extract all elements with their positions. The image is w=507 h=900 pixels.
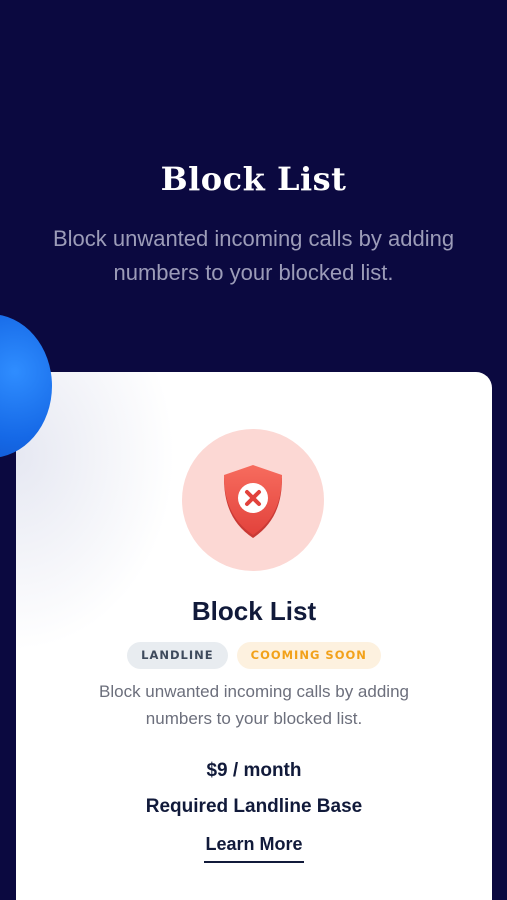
- price-label: $9 / month: [206, 760, 302, 781]
- requirement-label: Required Landline Base: [145, 796, 363, 817]
- page: Block List Block unwanted incoming calls…: [0, 0, 507, 900]
- card-title: Block List: [191, 596, 317, 626]
- shield-block-icon: [182, 429, 324, 571]
- hero-subtitle: Block unwanted incoming calls by adding …: [52, 226, 455, 285]
- learn-more-link[interactable]: Learn More: [204, 834, 304, 863]
- tag-row: LANDLINE COOMING SOON: [16, 642, 492, 669]
- card-description: Block unwanted incoming calls by adding …: [99, 682, 409, 728]
- feature-card: Block List LANDLINE COOMING SOON Block u…: [16, 372, 492, 900]
- shield-icon-graphic: [224, 465, 282, 538]
- hero-title: Block List: [160, 160, 347, 198]
- landline-badge: LANDLINE: [127, 642, 228, 669]
- coming-soon-badge: COOMING SOON: [236, 642, 381, 669]
